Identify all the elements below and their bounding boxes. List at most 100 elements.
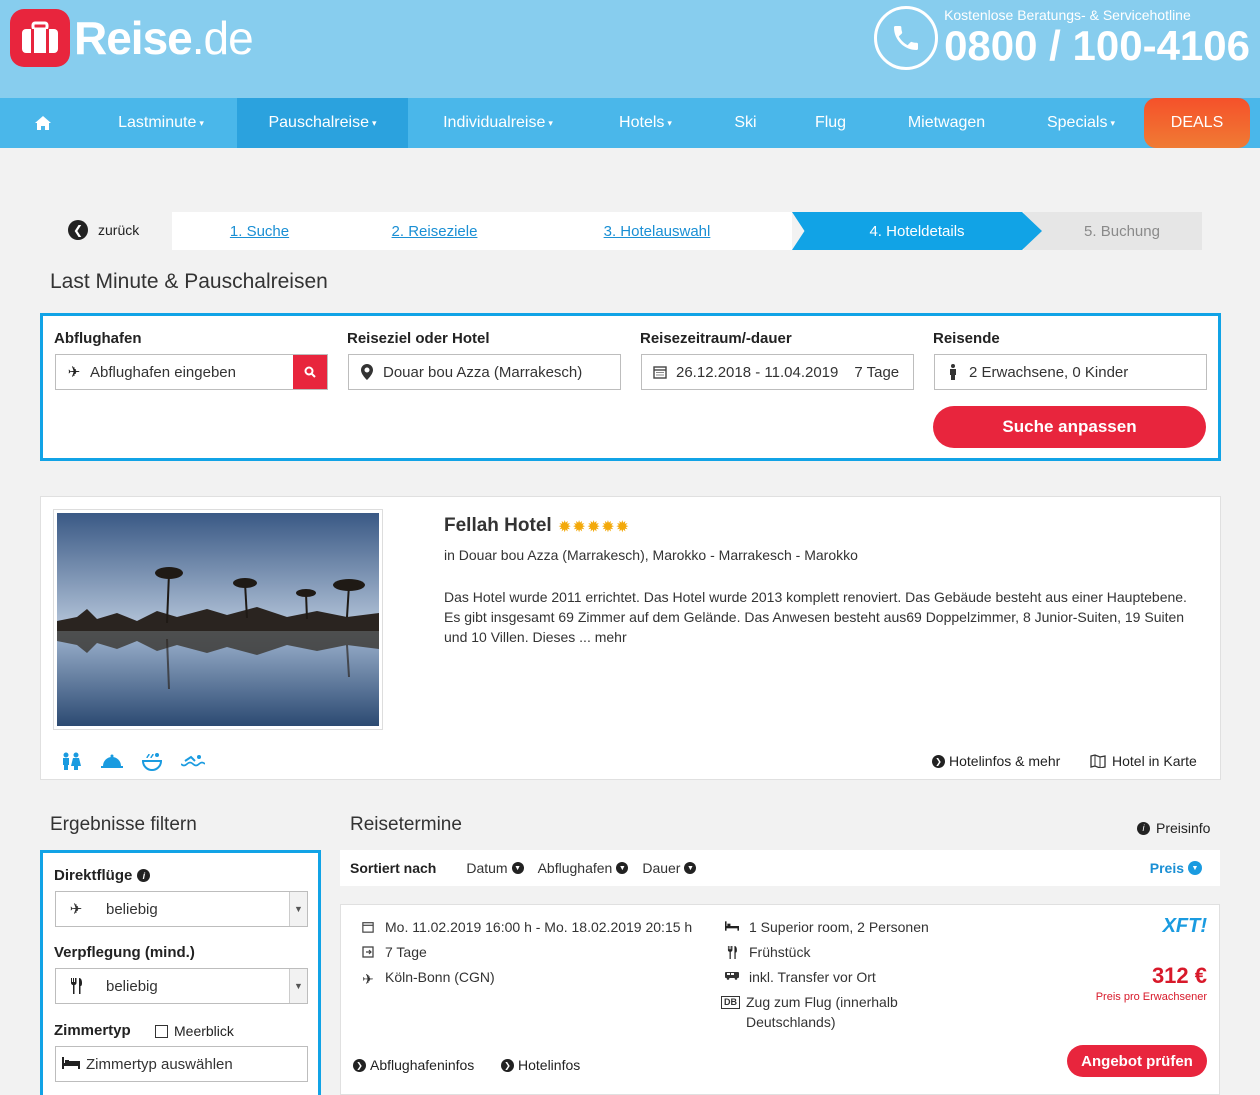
- location-pin-icon: [357, 364, 377, 380]
- step-suche[interactable]: 1. Suche: [172, 212, 347, 250]
- star-icon: ✹: [572, 519, 587, 536]
- family-icon: [61, 751, 101, 771]
- offer-dates: Mo. 11.02.2019 16:00 h - Mo. 18.02.2019 …: [357, 919, 692, 935]
- offer-room: 1 Superior room, 2 Personen: [721, 919, 929, 935]
- bus-icon: [721, 969, 743, 980]
- duration-icon: [357, 944, 379, 958]
- nav-item-specials[interactable]: Specials ▾: [1020, 98, 1142, 148]
- sort-by-price[interactable]: Preis ▼: [1150, 860, 1202, 876]
- departure-label: Abflughafen: [54, 330, 142, 347]
- sort-by-date[interactable]: Datum ▼: [466, 860, 524, 876]
- search-submit-button[interactable]: Suche anpassen: [933, 406, 1206, 448]
- db-train-icon: DB: [721, 994, 740, 1009]
- offer-airport: ✈ Köln-Bonn (CGN): [357, 969, 495, 988]
- sort-label: Sortiert nach: [350, 860, 437, 876]
- plane-icon: ✈: [362, 971, 374, 987]
- offer-price-note: Preis pro Erwachsener: [1095, 991, 1207, 1003]
- hotel-star-rating: ✹✹✹✹✹: [558, 517, 630, 537]
- step-buchung: 5. Buchung: [1024, 212, 1202, 250]
- period-field[interactable]: 26.12.2018 - 11.04.2019 7 Tage: [641, 354, 914, 390]
- room-type-select[interactable]: Zimmertyp auswählen: [55, 1046, 308, 1082]
- swimming-icon: [181, 751, 221, 771]
- check-offer-button[interactable]: Angebot prüfen: [1067, 1045, 1207, 1077]
- info-icon[interactable]: i: [137, 869, 151, 882]
- hotel-photo[interactable]: [53, 509, 383, 730]
- tour-operator-logo: XFT!: [1162, 915, 1207, 937]
- info-icon: i: [1137, 821, 1150, 835]
- results-title: Reisetermine: [350, 814, 462, 835]
- search-icon: [304, 366, 316, 378]
- chevron-down-icon: ▼: [616, 862, 629, 874]
- phone-icon: [874, 6, 939, 70]
- filter-panel: Direktflüge i ✈ beliebig ▼ Verpflegung (…: [40, 850, 321, 1095]
- chevron-down-icon: ▼: [289, 969, 307, 1003]
- home-icon: [34, 116, 51, 130]
- seaview-checkbox[interactable]: Meerblick: [155, 1023, 234, 1039]
- arrow-right-icon: ❯: [353, 1058, 366, 1072]
- checkbox-icon: [155, 1024, 168, 1038]
- map-icon: [1090, 754, 1106, 768]
- spa-icon: [141, 751, 181, 771]
- hotel-name[interactable]: Fellah Hotel: [444, 515, 552, 537]
- destination-field[interactable]: Douar bou Azza (Marrakesch): [348, 354, 621, 390]
- offer-price: 312 €: [1151, 963, 1207, 988]
- booking-steps: 1. Suche 2. Reiseziele 3. Hotelauswahl 4…: [172, 212, 1220, 250]
- hotel-description: Das Hotel wurde 2011 errichtet. Das Hote…: [444, 589, 1187, 645]
- room-service-icon: [101, 751, 141, 771]
- price-info-link[interactable]: i Preisinfo: [1133, 820, 1210, 836]
- bed-icon: [721, 919, 743, 931]
- search-section-title: Last Minute & Pauschalreisen: [50, 270, 328, 293]
- site-header: Reise.de Kostenlose Beratungs- & Service…: [0, 0, 1260, 98]
- star-icon: ✹: [615, 519, 631, 536]
- departure-search-button[interactable]: [293, 355, 327, 389]
- nav-item-flug[interactable]: Flug: [788, 98, 873, 148]
- direct-flights-label: Direktflüge i: [54, 867, 151, 884]
- offer-board: Frühstück: [721, 944, 810, 960]
- main-navigation: Lastminute ▾ Pauschalreise ▾ Individualrei…: [0, 98, 1260, 148]
- arrow-right-icon: ❯: [501, 1058, 514, 1072]
- hotel-info-link[interactable]: ❯ Hotelinfos & mehr: [932, 753, 1060, 769]
- site-logo[interactable]: Reise.de: [10, 8, 254, 68]
- airport-info-link[interactable]: ❯ Abflughafeninfos: [353, 1057, 474, 1073]
- calendar-icon: [650, 365, 670, 379]
- nav-item-ski[interactable]: Ski: [703, 98, 788, 148]
- nav-item-hotels[interactable]: Hotels ▾: [588, 98, 703, 148]
- chevron-down-icon: ▼: [511, 862, 524, 874]
- nav-item-mietwagen[interactable]: Mietwagen: [873, 98, 1020, 148]
- sort-by-duration[interactable]: Dauer ▼: [642, 860, 697, 876]
- filter-title: Ergebnisse filtern: [50, 814, 197, 835]
- star-icon: ✹: [586, 519, 602, 536]
- sort-by-airport[interactable]: Abflughafen ▼: [538, 860, 629, 876]
- room-type-label: Zimmertyp: [54, 1022, 131, 1039]
- nav-item-lastminute[interactable]: Lastminute ▾: [85, 98, 237, 148]
- nav-deals-button[interactable]: DEALS: [1144, 98, 1250, 148]
- step-reiseziele[interactable]: 2. Reiseziele: [347, 212, 522, 250]
- nav-item-individualreise[interactable]: Individualreise ▾: [408, 98, 588, 148]
- chevron-down-icon: ▼: [289, 892, 307, 926]
- offer-transfer: inkl. Transfer vor Ort: [721, 969, 876, 985]
- suitcase-icon: [10, 9, 70, 67]
- home-nav-button[interactable]: [0, 98, 85, 148]
- board-select[interactable]: beliebig ▼: [55, 968, 308, 1004]
- travelers-field[interactable]: 2 Erwachsene, 0 Kinder: [934, 354, 1207, 390]
- step-hoteldetails: 4. Hoteldetails: [792, 212, 1042, 250]
- nav-item-pauschalreise[interactable]: Pauschalreise ▾: [237, 98, 408, 148]
- offer-duration: 7 Tage: [357, 944, 427, 960]
- step-hotelauswahl[interactable]: 3. Hotelauswahl: [522, 212, 792, 250]
- chevron-down-icon: ▼: [684, 862, 697, 874]
- plane-icon: ✈: [69, 901, 83, 918]
- hotline-number[interactable]: 0800 / 100-4106: [944, 23, 1250, 69]
- back-button[interactable]: ❮ zurück: [68, 220, 139, 240]
- person-icon: [943, 364, 963, 380]
- board-label: Verpflegung (mind.): [54, 944, 195, 961]
- logo-wordmark: Reise.de: [74, 12, 254, 64]
- direct-flights-select[interactable]: ✈ beliebig ▼: [55, 891, 308, 927]
- chevron-down-icon: ▼: [1188, 861, 1202, 875]
- departure-field[interactable]: ✈ Abflughafen eingeben: [55, 354, 328, 390]
- offer-hotel-info-link[interactable]: ❯ Hotelinfos: [501, 1057, 580, 1073]
- hotel-location: in Douar bou Azza (Marrakesch), Marokko …: [444, 547, 858, 563]
- offer-train: DB Zug zum Flug (innerhalb Deutschlands): [721, 994, 921, 1032]
- hotel-map-link[interactable]: Hotel in Karte: [1090, 753, 1197, 769]
- hotline-label: Kostenlose Beratungs- & Servicehotline: [944, 7, 1191, 23]
- hotel-amenities: [61, 751, 221, 771]
